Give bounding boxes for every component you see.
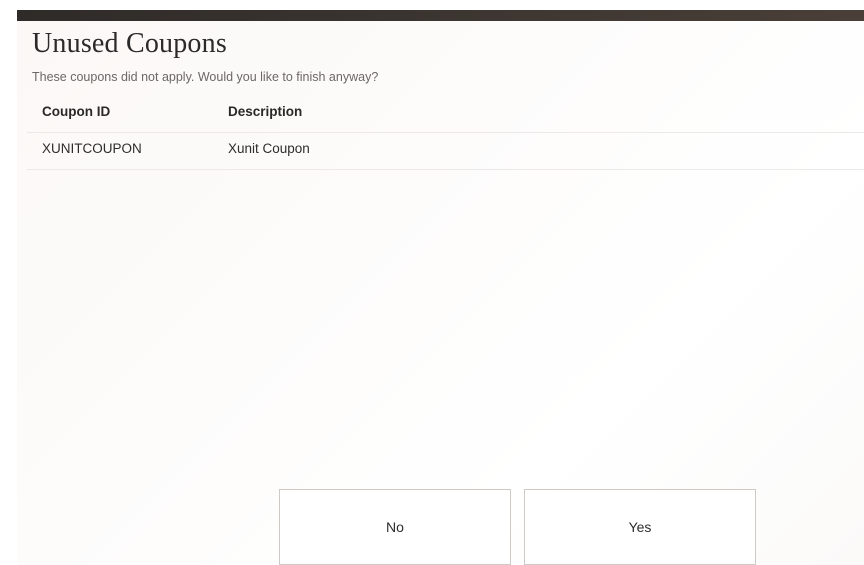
column-header-coupon-id: Coupon ID bbox=[42, 104, 111, 119]
unused-coupons-dialog: Unused Coupons These coupons did not app… bbox=[0, 0, 864, 565]
dialog-title: Unused Coupons bbox=[32, 28, 227, 59]
table-header-row: Coupon ID Description bbox=[27, 96, 864, 133]
table-row[interactable]: XUNITCOUPON Xunit Coupon bbox=[27, 133, 864, 170]
coupons-table: Coupon ID Description XUNITCOUPON Xunit … bbox=[27, 96, 864, 170]
yes-button[interactable]: Yes bbox=[524, 489, 756, 565]
cell-description: Xunit Coupon bbox=[228, 141, 310, 156]
dialog-subtitle: These coupons did not apply. Would you l… bbox=[32, 70, 379, 84]
column-header-description: Description bbox=[228, 104, 303, 119]
no-button[interactable]: No bbox=[279, 489, 511, 565]
cell-coupon-id: XUNITCOUPON bbox=[42, 141, 142, 156]
dialog-header-bar bbox=[17, 10, 864, 21]
